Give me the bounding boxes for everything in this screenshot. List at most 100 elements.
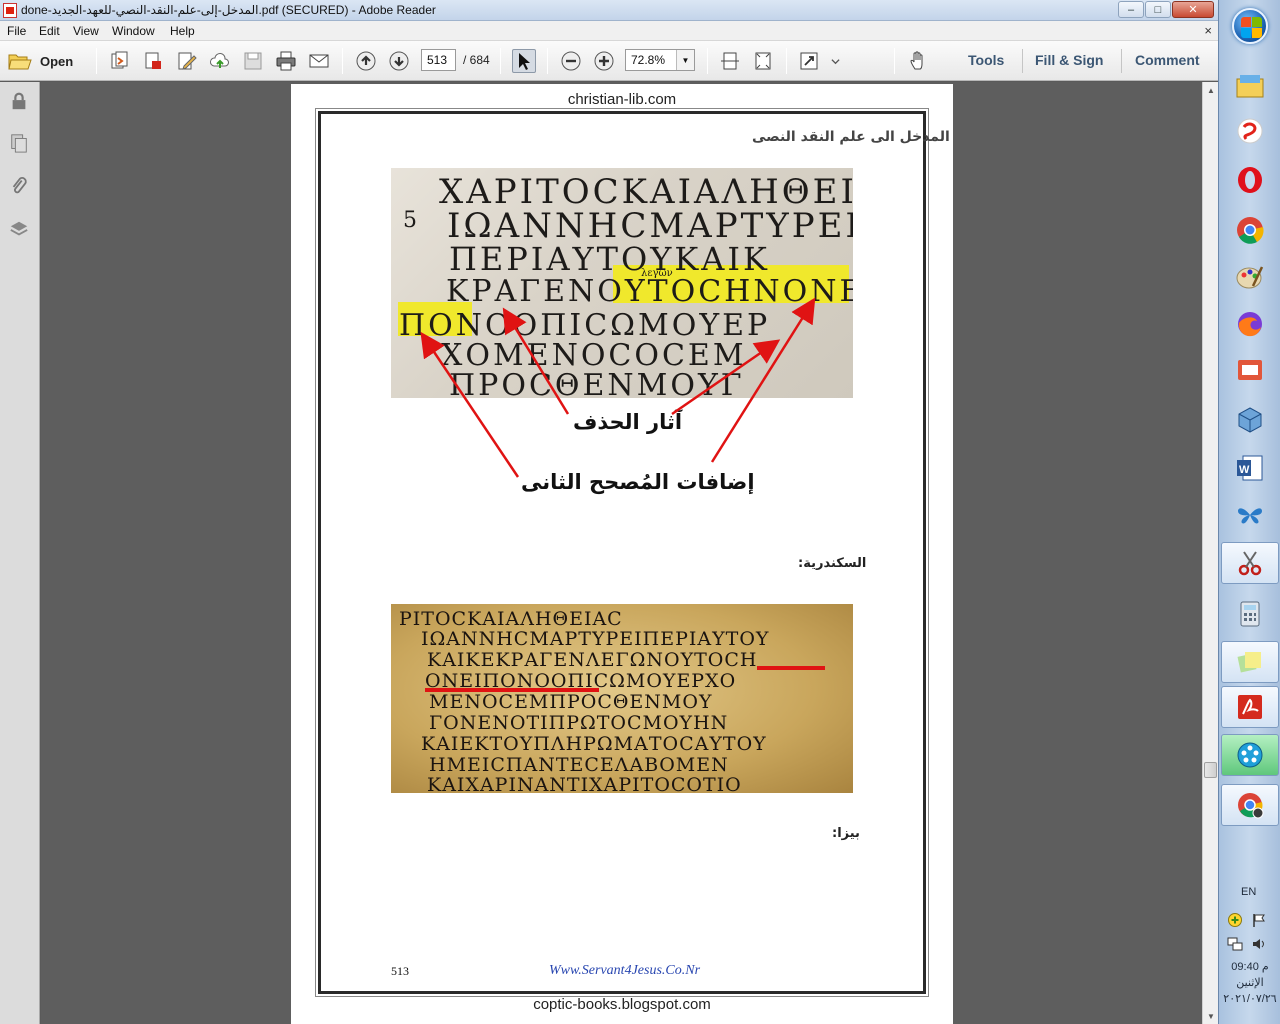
edit-pdf-button[interactable] [175,49,199,73]
previous-page-button[interactable] [354,49,378,73]
email-button[interactable] [307,49,331,73]
taskbar-chrome[interactable] [1233,213,1267,247]
fit-page-button[interactable] [751,49,775,73]
toolbar-separator [786,48,787,74]
fit-width-icon [721,52,739,70]
print-button[interactable] [274,49,298,73]
edit-pencil-icon [178,52,197,70]
footer-link[interactable]: Www.Servant4Jesus.Co.Nr [549,963,700,979]
save-disk-icon [244,52,262,70]
taskbar-opera[interactable] [1233,163,1267,197]
scroll-thumb[interactable] [1204,762,1217,778]
fill-sign-tab[interactable]: Fill & Sign [1035,52,1103,68]
scroll-up-arrow[interactable]: ▲ [1203,82,1219,98]
page-number-input[interactable]: 513 [421,49,456,71]
taskbar-snipping-tool[interactable] [1221,542,1279,584]
select-tool-button[interactable] [512,49,536,73]
navigation-pane [0,82,40,1024]
windows-logo-icon [1241,28,1251,38]
taskbar-app-s[interactable] [1233,114,1267,148]
taskbar-calculator[interactable] [1233,597,1267,631]
menu-view[interactable]: View [73,24,99,38]
minimize-button[interactable]: – [1118,1,1144,18]
upload-button[interactable] [208,49,232,73]
taskbar-explorer[interactable] [1233,70,1267,104]
zoom-dropdown-arrow[interactable]: ▼ [676,50,694,70]
watermark-bottom: coptic-books.blogspot.com [533,996,711,1013]
cube-icon [1238,407,1262,433]
action-center-flag-icon[interactable] [1251,912,1267,928]
firefox-icon [1238,312,1262,337]
menu-file[interactable]: File [7,24,26,38]
manuscript-line: ΚΑΙΧΑΡΙΝΑΝΤΙΧΑΡΙΤΟϹΟΤΙΟ [427,774,742,793]
zoom-out-button[interactable] [559,49,583,73]
plus-circle-icon [594,51,614,71]
scissors-icon [1238,551,1262,576]
zoom-in-button[interactable] [592,49,616,73]
taskbar-paint[interactable] [1233,260,1267,294]
open-button[interactable]: Open [8,49,73,73]
ec-app-icon [1238,360,1262,380]
lock-icon [12,92,26,110]
taskbar-sticky-notes[interactable] [1221,641,1279,683]
toolbar-separator [500,48,501,74]
marginal-correction: λεγων [641,268,673,279]
fit-page-icon [755,52,771,70]
windows-logo-icon [1252,17,1262,27]
page-thumbnails-button[interactable] [8,132,30,154]
close-document-icon[interactable]: × [1204,23,1212,38]
expand-arrows-icon [800,52,818,70]
fit-width-button[interactable] [718,49,742,73]
menu-edit[interactable]: Edit [39,24,60,38]
vertical-scrollbar[interactable]: ▲ ▼ [1202,82,1218,1024]
taskbar-app-x[interactable] [1233,498,1267,532]
menu-help[interactable]: Help [170,24,195,38]
taskbar-adobe-reader[interactable] [1221,686,1279,728]
clock-time[interactable]: 09:40 م [1219,960,1280,973]
toolbar-separator [96,48,97,74]
maximize-button[interactable]: □ [1145,1,1171,18]
taskbar-virtualbox[interactable] [1233,403,1267,437]
chrome-icon [1237,217,1264,244]
start-button[interactable] [1232,8,1268,44]
next-page-button[interactable] [387,49,411,73]
language-indicator[interactable]: EN [1241,886,1256,898]
close-button[interactable]: ✕ [1172,1,1214,18]
cursor-arrow-icon [519,53,530,70]
tools-tab[interactable]: Tools [968,52,1004,68]
clock-date[interactable]: ٢٠٢١/٠٧/٢٦ [1219,992,1280,1005]
window-title: done-المدخل-إلى-علم-النقد-النصي-للعهد-ال… [21,3,436,17]
adobe-reader-icon [1238,695,1262,719]
underline-addition [757,666,825,670]
comment-tab[interactable]: Comment [1135,52,1200,68]
attachments-button[interactable] [8,175,30,197]
minus-circle-icon [561,51,581,71]
more-tools-dropdown[interactable] [828,49,842,73]
save-button[interactable] [241,49,265,73]
taskbar-app-ec[interactable] [1233,353,1267,387]
volume-icon[interactable] [1251,936,1267,952]
zoom-select[interactable]: 72.8% ▼ [625,49,695,71]
toolbar-separator [707,48,708,74]
export-pdf-button[interactable] [141,49,165,73]
taskbar-word[interactable]: W [1233,451,1267,485]
paperclip-icon [12,177,27,194]
security-settings-button[interactable] [8,90,30,112]
window-controls: – □ ✕ [1118,1,1214,18]
scroll-down-arrow[interactable]: ▼ [1203,1008,1219,1024]
hand-icon [910,51,923,70]
menu-window[interactable]: Window [112,24,155,38]
taskbar-chrome-profile[interactable] [1221,784,1279,826]
taskbar-media-app[interactable] [1221,734,1279,776]
full-screen-button[interactable] [797,49,821,73]
hand-tool-button[interactable] [907,49,931,73]
notification-plus-icon[interactable] [1227,912,1243,928]
layers-button[interactable] [8,218,30,240]
sticky-notes-icon [1237,652,1261,673]
network-icon[interactable] [1227,936,1243,952]
windows-logo-icon [1241,17,1251,27]
clock-day[interactable]: الإثنين [1219,976,1280,989]
taskbar-firefox[interactable] [1233,307,1267,341]
manuscript-line: ΚΡΑΓΕΝΟΥΤΟϹΗΝΟΝΕΙ [446,274,853,309]
create-pdf-button[interactable] [108,49,132,73]
